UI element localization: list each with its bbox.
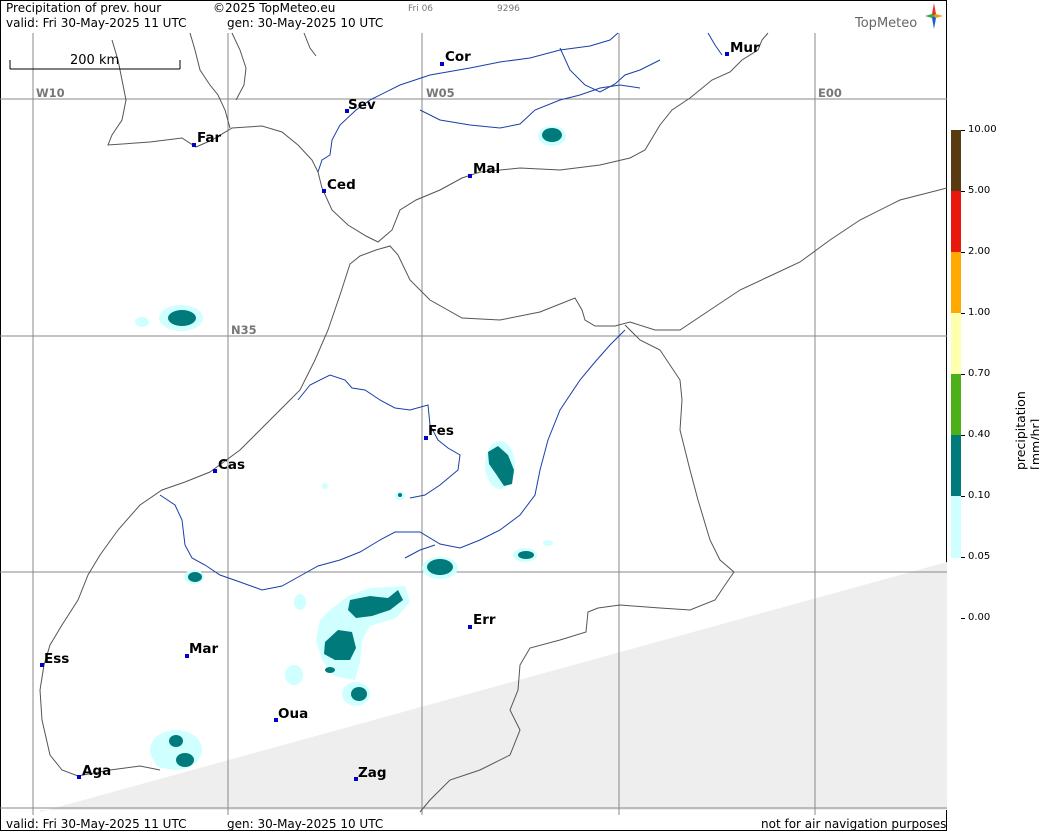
footer-gen-time: gen: 30-May-2025 10 UTC — [227, 817, 384, 831]
city-ced: Ced — [327, 177, 356, 193]
grid-label-w10: W10 — [36, 86, 65, 100]
footer-valid-time: valid: Fri 30-May-2025 11 UTC — [6, 817, 187, 831]
grid-label-e00: E00 — [818, 86, 842, 100]
city-aga: Aga — [82, 763, 111, 779]
legend-cell-teal — [951, 435, 961, 496]
footer-note: not for air navigation purposes — [761, 817, 947, 831]
legend-value-0-7: 0.70 — [968, 368, 991, 379]
legend-value-0-4: 0.40 — [968, 429, 991, 440]
legend-value-0: 0.00 — [968, 612, 991, 623]
city-oua: Oua — [278, 706, 308, 722]
legend-value-1: 1.00 — [968, 307, 991, 318]
city-fes: Fes — [428, 423, 454, 439]
grid-label-w05: W05 — [426, 86, 455, 100]
legend-cell-red — [951, 191, 961, 252]
city-ess: Ess — [44, 651, 69, 667]
city-mal: Mal — [473, 161, 500, 177]
rivers — [159, 32, 723, 591]
city-sev: Sev — [348, 97, 376, 113]
legend-value-2: 2.00 — [968, 246, 991, 257]
legend-cell-orange — [951, 252, 961, 313]
legend-cell-light-cyan — [951, 496, 961, 558]
scale-bar-label: 200 km — [70, 53, 119, 68]
grid-label-n35: N35 — [231, 323, 257, 337]
legend-cell-green — [951, 374, 961, 435]
legend-value-0-1: 0.10 — [968, 490, 991, 501]
city-mar: Mar — [189, 641, 219, 657]
precipitation-map[interactable]: 200 km W10 W05 E00 N35 Cor Mur Sev Far M… — [0, 32, 947, 822]
legend-value-10: 10.00 — [968, 124, 997, 135]
city-far: Far — [197, 130, 222, 146]
city-err: Err — [473, 612, 496, 628]
precip-legend — [951, 130, 965, 619]
legend-unit: precipitation [mm/hr] — [1013, 391, 1039, 470]
city-cor: Cor — [445, 49, 471, 65]
precip-light — [135, 126, 566, 770]
legend-value-0-05: 0.05 — [968, 551, 991, 562]
legend-cell-pale-yellow — [951, 313, 961, 374]
city-zag: Zag — [358, 765, 387, 781]
legend-cell-brown — [951, 130, 961, 191]
city-mur: Mur — [730, 40, 760, 56]
no-data-area — [40, 562, 947, 812]
city-cas: Cas — [218, 457, 245, 473]
legend-value-5: 5.00 — [968, 185, 991, 196]
